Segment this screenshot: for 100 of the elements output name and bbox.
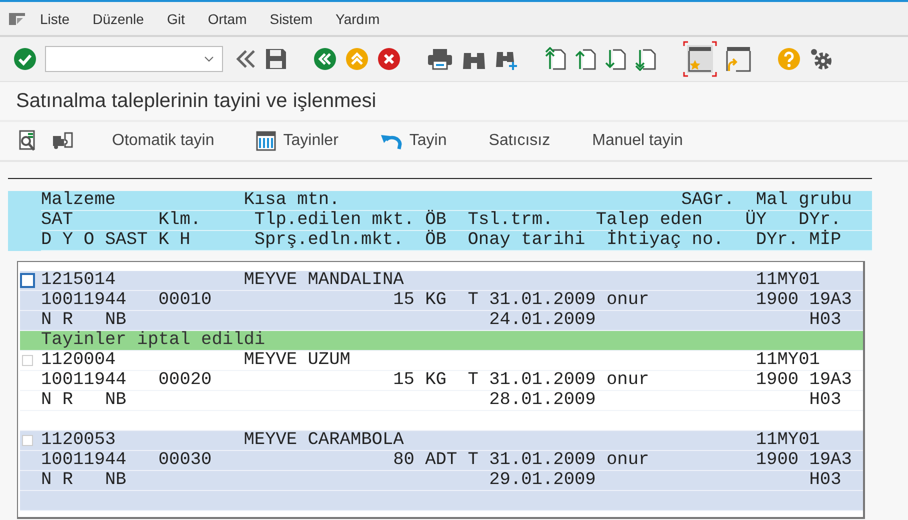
column-header: Kısa mtn. [244,190,340,210]
page-down-icon[interactable] [605,47,627,71]
caret-icon[interactable] [204,56,214,62]
status-message: Tayinler iptal edildi [41,331,266,350]
list-cell: 31.01.2009 [489,370,596,390]
list-cell: ADT [425,450,458,470]
list-cell: onur [606,370,650,390]
column-header: K [158,230,169,250]
list-cell: 31.01.2009 [489,290,596,310]
list-cell: NB [105,390,126,410]
list-cell: N [41,310,52,330]
list-cell: 10011944 [41,450,126,470]
page-up-icon[interactable] [575,47,597,71]
column-header: O [84,230,94,250]
list-cell: 1900 [756,370,799,390]
column-header: SAGr. [681,190,735,210]
cancel-icon[interactable] [377,47,401,71]
toolbar-button[interactable]: Tayin [376,129,451,153]
column-header: Tlp.edilen mkt. [254,210,414,230]
menu-item[interactable]: Git [166,10,185,26]
menu-icon[interactable] [8,12,26,26]
row-checkbox[interactable] [22,355,33,366]
list-cell: onur [606,290,650,310]
save-icon[interactable] [265,47,287,71]
truck-puzzle-icon[interactable] [52,130,74,152]
column-header: DYr. [798,210,842,230]
menu-item[interactable]: Sistem [270,10,313,26]
list-cell: 1900 [756,290,799,310]
list-cell: NB [105,310,126,330]
command-field[interactable] [45,46,223,72]
column-header: Klm. [158,210,202,230]
printer-icon[interactable] [427,47,453,71]
list-cell: 1900 [756,450,799,470]
list-cell: MEYVE CARAMBOLA [244,430,404,450]
list-cell: R [62,390,73,410]
settings-icon[interactable] [809,47,833,71]
list-cell: 1215014 [41,270,116,290]
toolbar-button[interactable]: Otomatik tayin [108,129,218,153]
column-header: Talep eden [596,210,703,230]
menu-item[interactable]: Liste [40,10,70,26]
column-header: SAT [41,210,74,230]
list-cell: 24.01.2009 [489,310,596,330]
column-header: Onay tarihi [468,230,586,250]
list-cell: H03 [809,470,842,490]
list-cell: 29.01.2009 [489,470,596,490]
column-header: Y [62,230,73,250]
list-cell: H03 [809,390,842,410]
page-up-icon[interactable] [545,47,567,71]
list-cell: onur [606,450,650,470]
menu-item[interactable]: Yardım [336,10,380,26]
column-header: ÖB [425,230,446,250]
toolbar-button[interactable]: Satıcısız [484,129,554,153]
column-header: D [41,230,52,250]
toolbar-button[interactable]: Tayinler [252,128,342,154]
column-header: H [180,230,190,250]
layout-star-icon[interactable] [683,41,717,77]
page-down-icon[interactable] [635,47,657,71]
list-cell: 11MY01 [756,270,820,290]
column-header: Tsl.trm. [468,210,554,230]
list-cell: 15 [393,370,414,390]
list-cell: MEYVE MANDALINA [244,270,404,290]
table-icon [256,131,276,151]
enter-icon[interactable] [13,47,37,71]
list-cell: KG [425,290,446,310]
list-cell: N [41,470,52,490]
back-icon[interactable] [313,47,337,71]
column-header: İhtiyaç no. [606,230,724,250]
row-checkbox[interactable] [22,435,33,446]
toolbar-button[interactable]: Manuel tayin [588,129,687,153]
list-cell: R [62,310,73,330]
list-cell: 00030 [158,450,212,470]
list-cell: 19A3 [809,290,852,310]
list-cell: 00020 [158,370,212,390]
column-header: MİP [809,230,842,250]
list-cell: 28.01.2009 [489,390,596,410]
list-cell: 15 [393,290,414,310]
column-header: ÖB [425,210,446,230]
menu-item[interactable]: Düzenle [92,10,144,26]
list-cell: N [41,390,52,410]
list-cell: 10011944 [41,290,126,310]
list-cell: 10011944 [41,370,126,390]
list-cell: 11MY01 [756,430,820,450]
list-cell: T [468,370,478,390]
list-cell: 19A3 [809,450,852,470]
column-header: Malzeme [41,190,116,210]
list-cell: MEYVE UZUM [244,350,350,370]
list-cell: 11MY01 [756,350,820,370]
column-header: ÜY [745,210,767,230]
screen-title: Satınalma taleplerinin tayini ve işlenmesi [16,90,376,112]
list-cell: 1120053 [41,430,116,450]
list-cell: T [468,450,478,470]
menu-item[interactable]: Ortam [208,10,247,26]
undo-icon [380,132,402,150]
list-cell: 00010 [158,290,212,310]
list-cell: NB [105,470,126,490]
list-cell: R [62,470,73,490]
column-header: DYr. [756,230,798,250]
window-arrow-icon[interactable] [725,46,751,72]
column-header: Sprş.edln.mkt. [254,230,404,250]
list-cell: 31.01.2009 [489,450,596,470]
